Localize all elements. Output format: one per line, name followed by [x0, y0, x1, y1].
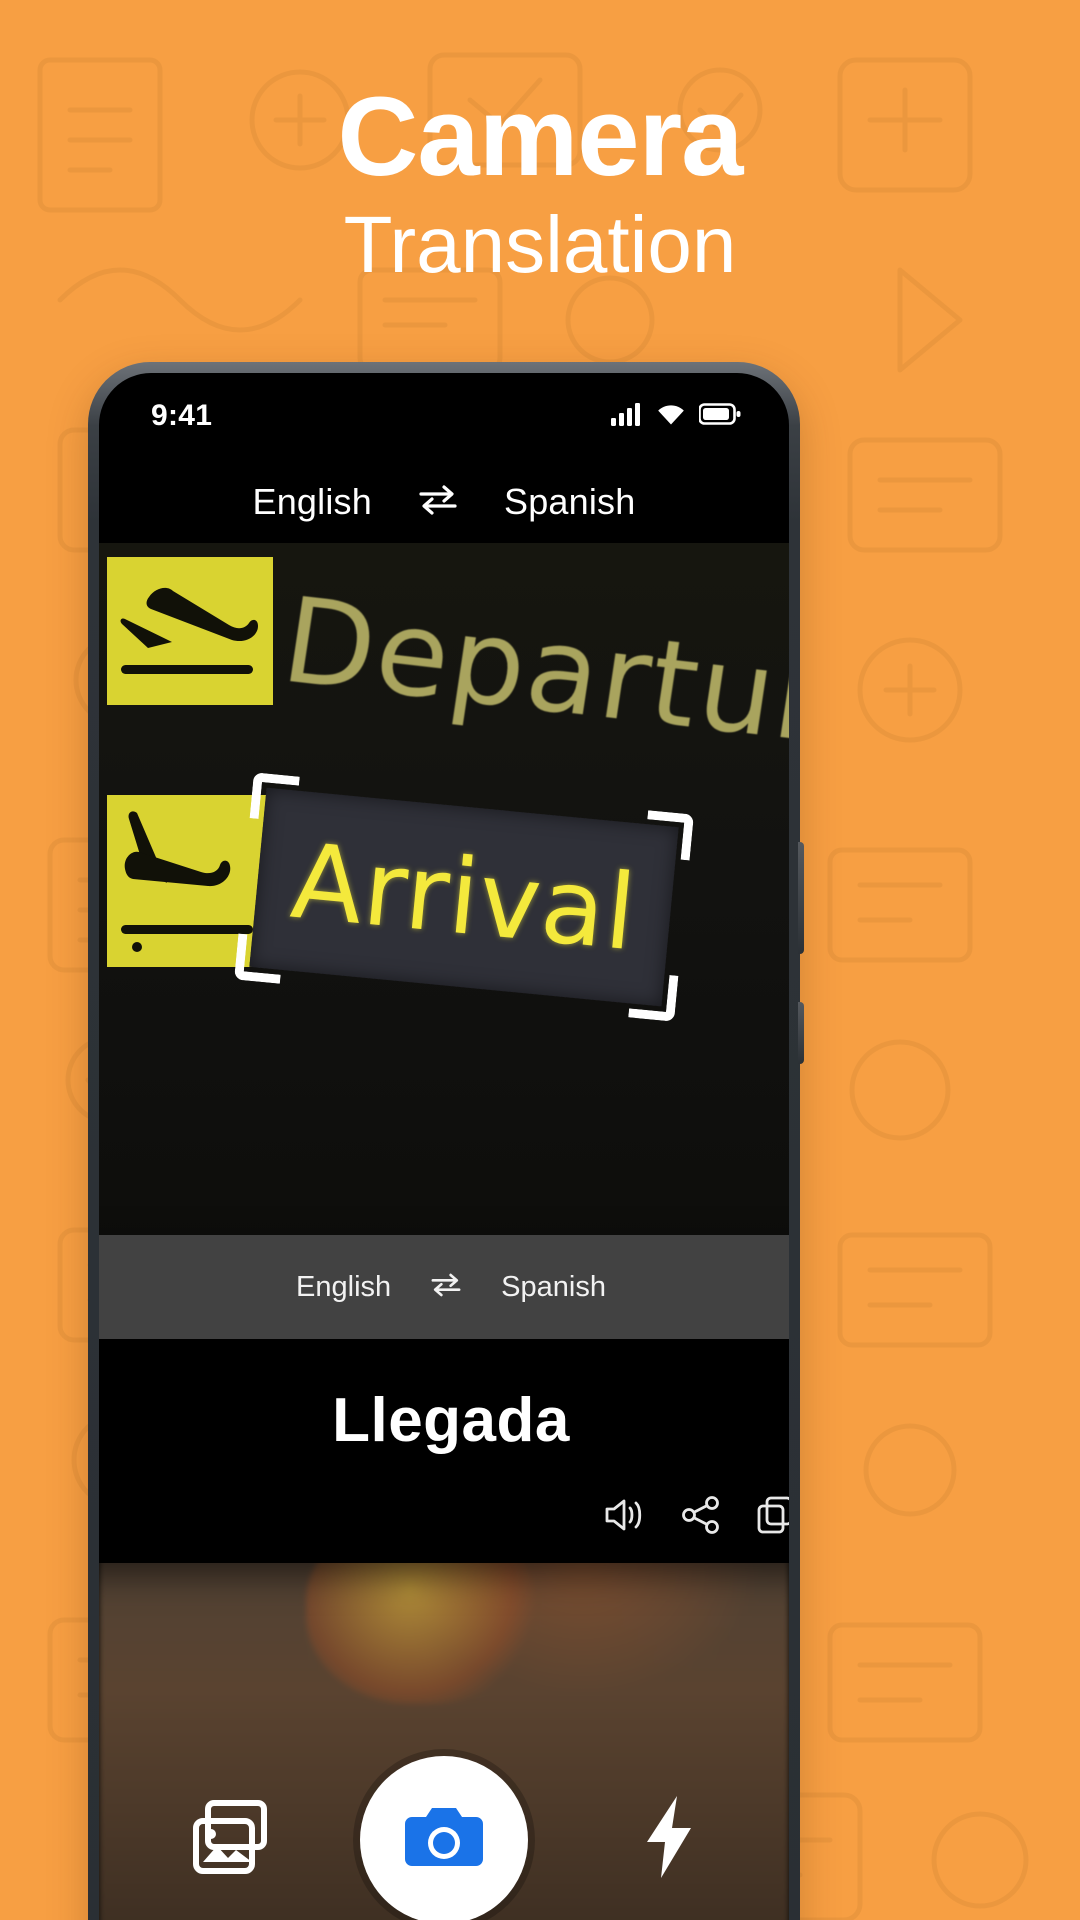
camera-controls — [99, 1712, 789, 1920]
card-target-language[interactable]: Spanish — [501, 1271, 606, 1304]
copy-icon[interactable] — [755, 1495, 789, 1535]
camera-viewfinder[interactable]: Departure Arrival — [99, 543, 789, 1920]
airport-sign: Departure Arrival — [99, 543, 789, 1283]
phone-screen: 9:41 English Spanish Departure Arrival E… — [99, 373, 789, 1920]
card-source-language[interactable]: English — [296, 1271, 391, 1304]
source-language-button[interactable]: English — [253, 481, 372, 523]
status-time: 9:41 — [151, 399, 213, 432]
page-subtitle: Translation — [343, 199, 737, 289]
battery-icon — [698, 402, 741, 431]
status-icons — [611, 402, 741, 431]
page-title: Camera — [337, 74, 744, 199]
headline-block: Camera Translation — [0, 78, 1080, 292]
power-button[interactable] — [798, 1002, 804, 1064]
scan-bracket-bottom-right — [628, 971, 679, 1022]
airplane-departure-icon — [107, 557, 273, 705]
flash-icon[interactable] — [641, 1794, 697, 1880]
translation-card-header: English Spanish — [99, 1235, 789, 1339]
translation-card-body: Llegada — [99, 1339, 789, 1474]
scanned-text: Arrival — [286, 819, 642, 975]
status-bar: 9:41 — [99, 373, 789, 459]
target-language-button[interactable]: Spanish — [504, 481, 636, 523]
swap-horizontal-icon[interactable] — [416, 482, 460, 523]
scan-region[interactable]: Arrival — [234, 772, 694, 1022]
volume-button[interactable] — [798, 842, 804, 954]
wifi-icon — [656, 402, 686, 431]
translation-card: English Spanish Llegada — [99, 1235, 789, 1564]
scan-bracket-top-right — [643, 810, 694, 861]
translated-text: Llegada — [332, 1386, 570, 1455]
speaker-icon[interactable] — [603, 1496, 647, 1534]
swap-horizontal-icon[interactable] — [429, 1271, 463, 1304]
gallery-icon[interactable] — [191, 1798, 269, 1876]
scan-bracket-top-left — [249, 772, 300, 823]
language-selector-bar: English Spanish — [99, 459, 789, 545]
sign-text-departure: Departure — [274, 571, 789, 778]
signal-icon — [611, 402, 643, 431]
translation-card-actions — [99, 1473, 789, 1564]
share-icon[interactable] — [681, 1495, 721, 1535]
scan-bracket-bottom-left — [234, 933, 285, 984]
phone-mockup: 9:41 English Spanish Departure Arrival E… — [88, 362, 804, 1920]
